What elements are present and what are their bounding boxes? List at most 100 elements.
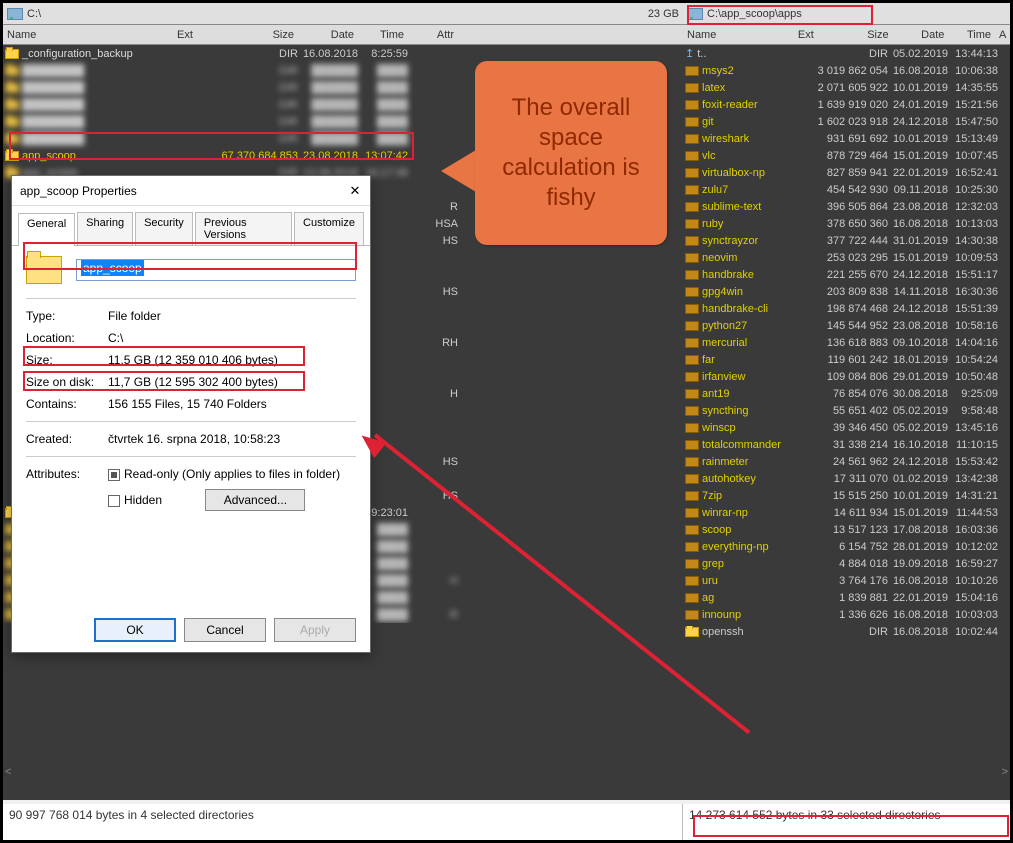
drive-icon [7,8,23,20]
list-item[interactable]: handbrake-cli 198 874 46824.12.201815:51… [683,300,1010,317]
col-attr[interactable]: A [995,29,1010,41]
type-value: File folder [108,309,356,323]
col-attr[interactable]: Attr [408,29,458,41]
list-item[interactable]: totalcommander 31 338 21416.10.201811:10… [683,436,1010,453]
col-ext[interactable]: Ext [794,29,814,41]
list-item[interactable]: virtualbox-np 827 859 94122.01.201916:52… [683,164,1010,181]
list-item[interactable]: rainmeter 24 561 96224.12.201815:53:42 [683,453,1010,470]
list-item[interactable]: winscp 39 346 45005.02.201913:45:16 [683,419,1010,436]
list-item[interactable]: 7zip 15 515 25010.01.201914:31:21 [683,487,1010,504]
folder-icon [685,389,699,399]
list-item[interactable]: syncthing 55 651 40205.02.20199:58:48 [683,402,1010,419]
folder-icon [685,219,699,229]
left-path-header[interactable]: C:\ 23 GB [3,3,683,25]
dialog-title: app_scoop Properties [20,184,348,198]
list-item[interactable]: synctrayzor 377 722 44431.01.201914:30:3… [683,232,1010,249]
list-item[interactable]: handbrake 221 255 67024.12.201815:51:17 [683,266,1010,283]
cancel-button[interactable]: Cancel [184,618,266,642]
list-item[interactable]: neovim 253 023 29515.01.201910:09:53 [683,249,1010,266]
list-item[interactable]: gpg4win 203 809 83814.11.201816:30:36 [683,283,1010,300]
readonly-checkbox[interactable] [108,469,120,481]
annotation-callout: The overall space calculation is fishy [441,61,667,291]
list-item[interactable]: everything-np 6 154 75228.01.201910:12:0… [683,538,1010,555]
tab-prev-versions[interactable]: Previous Versions [195,212,292,245]
properties-dialog: app_scoop Properties ✕ General Sharing S… [11,175,371,653]
apply-button[interactable]: Apply [274,618,356,642]
folder-name-input[interactable]: app_scoop [76,259,356,281]
col-date[interactable]: Date [893,29,949,41]
folder-icon [685,423,699,433]
folder-icon [685,559,699,569]
col-time[interactable]: Time [358,29,408,41]
list-item[interactable]: autohotkey 17 311 07001.02.201913:42:38 [683,470,1010,487]
folder-icon [685,304,699,314]
tab-row: General Sharing Security Previous Versio… [12,206,370,246]
list-item[interactable]: mercurial 136 618 88309.10.201814:04:16 [683,334,1010,351]
col-size[interactable]: Size [814,29,893,41]
folder-icon [685,151,699,161]
list-item[interactable]: winrar-np 14 611 93415.01.201911:44:53 [683,504,1010,521]
folder-icon [685,525,699,535]
col-date[interactable]: Date [298,29,358,41]
list-item[interactable]: foxit-reader 1 639 919 02024.01.201915:2… [683,96,1010,113]
tab-customize[interactable]: Customize [294,212,364,245]
location-value: C:\ [108,331,356,345]
list-item[interactable]: uru 3 764 17616.08.201810:10:26 [683,572,1010,589]
readonly-label: Read-only (Only applies to files in fold… [124,467,340,481]
folder-icon [685,134,699,144]
col-name[interactable]: Name [683,29,794,41]
folder-icon [685,338,699,348]
col-time[interactable]: Time [948,29,995,41]
left-col-headers[interactable]: Name Ext Size Date Time Attr [3,25,683,45]
folder-icon [5,49,19,59]
right-path-header[interactable]: C:\app_scoop\apps [683,3,1010,25]
col-name[interactable]: Name [3,29,173,41]
callout-text: The overall space calculation is fishy [475,61,667,245]
advanced-button[interactable]: Advanced... [205,489,305,511]
folder-icon [685,406,699,416]
list-item[interactable]: wireshark 931 691 69210.01.201915:13:49 [683,130,1010,147]
right-file-list[interactable]: ↥t.. DIR05.02.201913:44:13 msys2 3 019 8… [683,45,1010,640]
list-item[interactable]: grep 4 884 01819.09.201816:59:27 [683,555,1010,572]
list-item[interactable]: _configuration_backup DIR 16.08.20188:25… [3,45,683,62]
location-label: Location: [26,331,108,345]
list-item[interactable]: vlc 878 729 46415.01.201910:07:45 [683,147,1010,164]
folder-icon [685,355,699,365]
tab-general[interactable]: General [18,213,75,246]
list-item[interactable]: far 119 601 24218.01.201910:54:24 [683,351,1010,368]
right-col-headers[interactable]: Name Ext Size Date Time A [683,25,1010,45]
folder-icon [685,321,699,331]
list-item[interactable]: openssh DIR16.08.201810:02:44 [683,623,1010,640]
status-left: 90 997 768 014 bytes in 4 selected direc… [3,804,683,840]
list-item[interactable]: latex 2 071 605 92210.01.201914:35:55 [683,79,1010,96]
list-item[interactable]: zulu7 454 542 93009.11.201810:25:30 [683,181,1010,198]
col-size[interactable]: Size [208,29,298,41]
folder-icon [685,66,699,76]
list-item[interactable]: irfanview 109 084 80629.01.201910:50:48 [683,368,1010,385]
folder-icon [685,542,699,552]
list-item[interactable]: python27 145 544 95223.08.201810:58:16 [683,317,1010,334]
folder-icon [685,83,699,93]
list-item[interactable]: ag 1 839 88122.01.201915:04:16 [683,589,1010,606]
folder-icon [685,185,699,195]
folder-icon [685,372,699,382]
list-item[interactable]: scoop 13 517 12317.08.201816:03:36 [683,521,1010,538]
close-icon[interactable]: ✕ [348,183,362,199]
dialog-titlebar[interactable]: app_scoop Properties ✕ [12,176,370,206]
tab-sharing[interactable]: Sharing [77,212,133,245]
list-item[interactable]: sublime-text 396 505 86423.08.201812:32:… [683,198,1010,215]
list-item[interactable]: ruby 378 650 36016.08.201810:13:03 [683,215,1010,232]
list-item[interactable]: innounp 1 336 62616.08.201810:03:03 [683,606,1010,623]
hidden-checkbox[interactable] [108,495,120,507]
folder-icon [685,253,699,263]
size-on-disk-label: Size on disk: [26,375,108,389]
col-ext[interactable]: Ext [173,29,208,41]
list-item[interactable]: msys2 3 019 862 05416.08.201810:06:38 [683,62,1010,79]
list-item[interactable]: ant19 76 854 07630.08.20189:25:09 [683,385,1010,402]
right-path: C:\app_scoop\apps [707,8,1006,20]
list-item[interactable]: git 1 602 023 91824.12.201815:47:50 [683,113,1010,130]
tab-security[interactable]: Security [135,212,193,245]
parent-dir[interactable]: ↥t.. DIR05.02.201913:44:13 [683,45,1010,62]
ok-button[interactable]: OK [94,618,176,642]
right-pane: C:\app_scoop\apps Name Ext Size Date Tim… [683,3,1010,800]
